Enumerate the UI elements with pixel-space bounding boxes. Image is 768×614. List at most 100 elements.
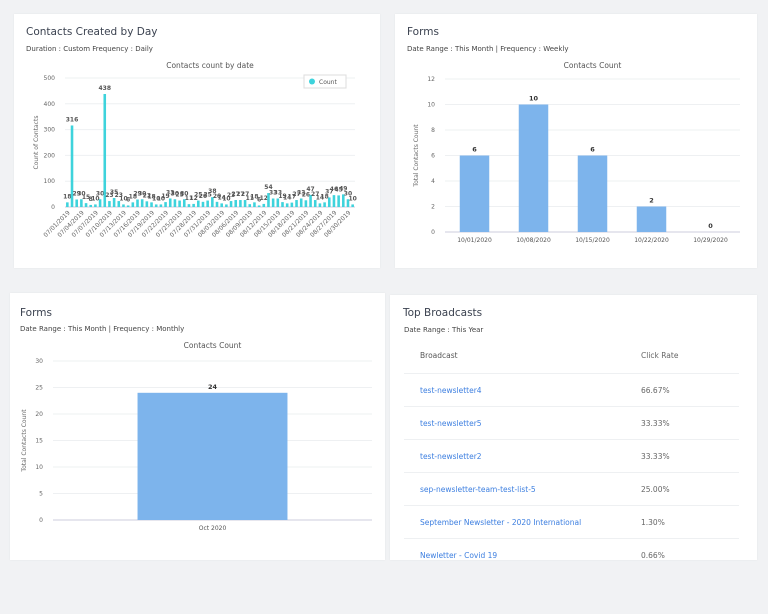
y-tick-label: 20 — [35, 411, 43, 418]
bar — [187, 204, 191, 207]
header-click-rate: Click Rate — [641, 350, 679, 360]
click-rate: 1.30% — [641, 517, 665, 527]
top-broadcasts-card: Top Broadcasts Date Range : This Year Br… — [390, 295, 757, 560]
y-tick-label: 400 — [44, 101, 56, 108]
table-row: test-newsletter4 66.67% — [404, 374, 739, 407]
data-label: 438 — [98, 85, 111, 92]
bar — [84, 203, 88, 207]
bar — [257, 205, 261, 207]
table-header: Broadcast Click Rate — [404, 337, 739, 374]
click-rate: 33.33% — [641, 418, 670, 428]
bar — [220, 203, 223, 207]
x-tick-label: 10/08/2020 — [516, 237, 551, 244]
bar — [66, 202, 69, 207]
bar — [577, 155, 608, 232]
legend-swatch — [309, 78, 315, 85]
bar — [201, 201, 205, 207]
table-row: Newletter - Covid 19 0.66% — [404, 539, 739, 560]
y-tick-label: 10 — [35, 464, 43, 471]
bar — [262, 203, 266, 207]
bar — [122, 204, 125, 207]
y-tick-label: 500 — [44, 75, 56, 82]
y-tick-label: 0 — [431, 229, 435, 236]
broadcast-link[interactable]: September Newsletter - 2020 Internationa… — [420, 518, 581, 527]
y-tick-label: 200 — [44, 152, 56, 159]
broadcast-link[interactable]: test-newsletter4 — [420, 386, 482, 395]
bar — [636, 206, 667, 232]
chart-title: Contacts Count — [564, 61, 622, 70]
bar — [518, 104, 549, 232]
data-label: 2 — [649, 197, 654, 205]
bar — [215, 201, 219, 207]
bar — [351, 204, 354, 207]
bar — [89, 204, 93, 207]
bar — [225, 204, 228, 207]
bar — [136, 199, 139, 207]
click-rate: 25.00% — [641, 484, 670, 494]
legend-label: Count — [319, 79, 337, 86]
table-row: test-newsletter2 33.33% — [404, 440, 739, 473]
data-label: 12 — [260, 195, 268, 202]
table-row: sep-newsletter-team-test-list-5 25.00% — [404, 473, 739, 506]
data-label: 0 — [708, 222, 713, 230]
y-tick-label: 12 — [427, 76, 435, 83]
click-rate: 0.66% — [641, 550, 665, 560]
table-row: September Newsletter - 2020 Internationa… — [404, 506, 739, 539]
bar — [137, 392, 288, 520]
bar — [192, 203, 195, 207]
broadcast-link[interactable]: sep-newsletter-team-test-list-5 — [420, 485, 536, 494]
broadcast-link[interactable]: test-newsletter2 — [420, 452, 482, 461]
y-tick-label: 10 — [427, 102, 435, 109]
y-tick-label: 5 — [39, 491, 43, 498]
bar — [234, 200, 238, 207]
data-label: 18 — [63, 193, 71, 200]
bar — [126, 205, 130, 207]
forms-monthly-chart: Contacts Count Total Contacts Count 0 5 10 15… — [21, 341, 372, 532]
x-tick-label: 10/01/2020 — [457, 237, 492, 244]
card-title: Contacts Created by Day — [26, 26, 158, 38]
card-subtitle: Date Range : This Month | Frequency : Mo… — [20, 325, 185, 333]
broadcast-link[interactable]: Newletter - Covid 19 — [420, 551, 497, 560]
y-tick-label: 300 — [44, 127, 56, 134]
x-tick-label: 10/15/2020 — [575, 237, 610, 244]
bar — [131, 202, 135, 207]
bar — [323, 202, 326, 207]
card-title: Top Broadcasts — [403, 307, 483, 319]
card-subtitle: Date Range : This Year — [404, 326, 484, 334]
bar — [145, 201, 149, 207]
y-axis-label: Total Contacts Count — [21, 409, 28, 473]
x-tick-label: 10/22/2020 — [634, 237, 669, 244]
bar — [253, 202, 256, 207]
bar — [304, 200, 308, 207]
card-subtitle: Date Range : This Month | Frequency : We… — [407, 45, 569, 53]
bar — [239, 200, 242, 207]
card-subtitle: Duration : Custom Frequency : Daily — [26, 45, 153, 53]
bar — [271, 198, 275, 207]
bar — [459, 155, 490, 232]
click-rate: 33.33% — [641, 451, 670, 461]
y-axis-label: Total Contacts Count — [413, 124, 420, 188]
bar — [159, 204, 163, 207]
y-tick-label: 30 — [35, 358, 43, 365]
y-tick-label: 6 — [431, 153, 435, 160]
bar — [248, 204, 252, 207]
bar — [154, 204, 158, 207]
bar — [94, 204, 97, 207]
y-axis-label: Count of Contacts — [33, 116, 40, 170]
chart-title: Contacts count by date — [166, 61, 254, 70]
y-tick-label: 0 — [51, 204, 55, 211]
broadcast-link[interactable]: test-newsletter5 — [420, 419, 482, 428]
bar — [75, 199, 78, 207]
data-label: 30 — [96, 190, 104, 197]
click-rate: 66.67% — [641, 385, 670, 395]
y-tick-label: 100 — [44, 178, 56, 185]
y-tick-label: 0 — [39, 517, 43, 524]
table-row: test-newsletter5 33.33% — [404, 407, 739, 440]
bar — [285, 203, 289, 207]
y-tick-label: 25 — [35, 385, 43, 392]
bar — [327, 197, 331, 207]
bar — [173, 199, 177, 207]
card-title: Forms — [20, 307, 52, 319]
bar — [178, 200, 181, 207]
y-tick-label: 2 — [431, 204, 435, 211]
